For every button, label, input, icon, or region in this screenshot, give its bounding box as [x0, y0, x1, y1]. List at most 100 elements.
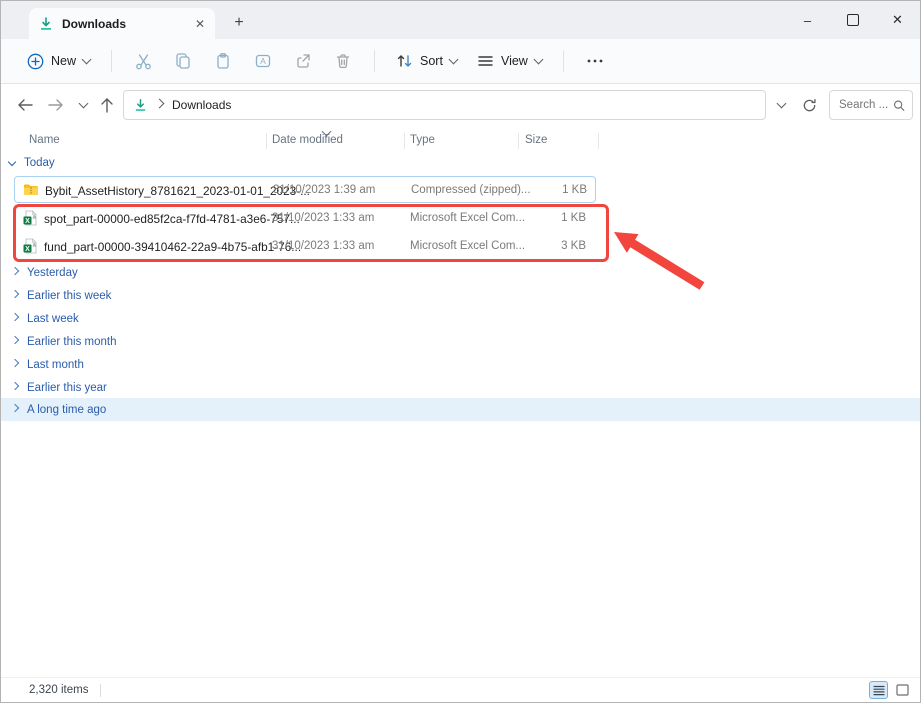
new-button-label: New [51, 54, 76, 68]
file-name: fund_part-00000-39410462-22a9-4b75-afb1-… [44, 240, 301, 254]
column-divider[interactable] [598, 133, 599, 149]
scissors-icon [134, 52, 153, 71]
tab-downloads[interactable]: Downloads ✕ [29, 8, 215, 39]
chevron-right-icon [11, 313, 19, 321]
details-view-button[interactable] [869, 681, 888, 699]
details-view-icon [873, 685, 885, 696]
column-divider[interactable] [266, 133, 267, 149]
group-label: Today [24, 157, 55, 169]
file-date: 31/10/2023 1:33 am [272, 240, 374, 252]
tab-close-icon[interactable]: ✕ [195, 18, 205, 30]
file-row-bybit-zip[interactable]: Bybit_AssetHistory_8781621_2023-01-01_20… [14, 176, 596, 203]
group-header-today[interactable]: Today [9, 157, 55, 169]
downloads-icon [39, 17, 53, 31]
group-label: Last month [27, 359, 84, 371]
file-row-fund-csv[interactable]: X a fund_part-00000-39410462-22a9-4b75-a… [14, 233, 596, 260]
items-count: 2,320 items [29, 684, 88, 696]
view-toggles [869, 681, 912, 699]
maximize-button[interactable] [830, 1, 875, 39]
chevron-right-icon [11, 267, 19, 275]
sort-button[interactable]: Sort [386, 47, 467, 75]
view-button[interactable]: View [467, 48, 552, 74]
svg-text:X: X [25, 218, 30, 225]
refresh-button[interactable] [797, 93, 821, 117]
group-header-earlier-this-week[interactable]: Earlier this week [1, 284, 920, 307]
arrow-up-icon [100, 97, 114, 113]
chevron-down-icon [8, 157, 16, 165]
new-tab-button[interactable]: + [227, 11, 251, 35]
file-date: 31/10/2023 1:39 am [273, 184, 375, 196]
circle-plus-icon [27, 53, 44, 70]
column-divider[interactable] [518, 133, 519, 149]
chevron-right-icon [11, 359, 19, 367]
group-label: Earlier this month [27, 336, 116, 348]
column-header-type[interactable]: Type [410, 134, 435, 146]
group-header-last-month[interactable]: Last month [1, 353, 920, 376]
new-button[interactable]: New [17, 47, 100, 76]
rename-icon: A [254, 52, 272, 70]
file-date: 31/10/2023 1:33 am [272, 212, 374, 224]
arrow-left-icon [17, 98, 34, 112]
file-name: spot_part-00000-ed85f2ca-f7fd-4781-a3e6-… [44, 212, 300, 226]
group-header-earlier-this-year[interactable]: Earlier this year [1, 376, 920, 399]
share-button[interactable] [283, 45, 323, 77]
status-divider [100, 684, 101, 697]
column-header-size[interactable]: Size [525, 134, 547, 146]
rename-button[interactable]: A [243, 45, 283, 77]
minimize-button[interactable]: – [785, 1, 830, 39]
chevron-down-icon [533, 55, 543, 65]
group-header-earlier-this-month[interactable]: Earlier this month [1, 330, 920, 353]
search-icon [893, 99, 905, 112]
toolbar-divider [111, 50, 112, 72]
svg-text:A: A [260, 56, 266, 66]
share-icon [294, 52, 312, 70]
search-input[interactable] [837, 98, 893, 112]
toolbar-divider [563, 50, 564, 72]
see-more-button[interactable] [575, 45, 615, 77]
delete-button[interactable] [323, 45, 363, 77]
status-bar: 2,320 items [1, 677, 920, 702]
excel-file-icon: X a [22, 210, 38, 226]
large-icons-view-button[interactable] [893, 681, 912, 699]
chevron-down-icon [776, 99, 786, 109]
back-button[interactable] [13, 93, 37, 117]
file-explorer-window: Downloads ✕ + – ✕ New [0, 0, 921, 703]
cut-button[interactable] [123, 45, 163, 77]
up-button[interactable] [95, 93, 119, 117]
maximize-icon [847, 14, 859, 26]
zip-folder-icon [23, 182, 39, 198]
chevron-right-icon [11, 290, 19, 298]
group-header-last-week[interactable]: Last week [1, 307, 920, 330]
arrow-right-icon [47, 98, 64, 112]
group-label: Earlier this year [27, 382, 107, 394]
chevron-right-icon [11, 382, 19, 390]
column-divider[interactable] [404, 133, 405, 149]
view-button-label: View [501, 54, 528, 68]
file-size: 3 KB [504, 240, 586, 252]
recent-locations-button[interactable] [71, 93, 95, 117]
address-dropdown-button[interactable] [769, 93, 793, 117]
close-button[interactable]: ✕ [875, 1, 920, 39]
chevron-right-icon [155, 99, 165, 109]
group-header-yesterday[interactable]: Yesterday [1, 261, 920, 284]
chevron-down-icon [449, 55, 459, 65]
group-header-a-long-time-ago[interactable]: A long time ago [1, 398, 920, 421]
trash-icon [334, 52, 352, 70]
address-bar: Downloads [1, 84, 920, 127]
file-row-spot-csv[interactable]: X a spot_part-00000-ed85f2ca-f7fd-4781-a… [14, 205, 596, 232]
excel-file-icon: X a [22, 238, 38, 254]
view-list-icon [477, 54, 494, 68]
breadcrumb[interactable]: Downloads [123, 90, 766, 120]
column-header-name[interactable]: Name [29, 134, 60, 146]
chevron-down-icon [78, 99, 88, 109]
svg-text:X: X [25, 246, 30, 253]
paste-button[interactable] [203, 45, 243, 77]
copy-button[interactable] [163, 45, 203, 77]
file-name: Bybit_AssetHistory_8781621_2023-01-01_20… [45, 184, 310, 198]
search-box[interactable] [829, 90, 913, 120]
column-header-date-modified[interactable]: Date modified [272, 134, 343, 146]
group-label: Yesterday [27, 267, 78, 279]
forward-button[interactable] [43, 93, 67, 117]
breadcrumb-item-downloads[interactable]: Downloads [172, 98, 231, 112]
group-label: Earlier this week [27, 290, 111, 302]
